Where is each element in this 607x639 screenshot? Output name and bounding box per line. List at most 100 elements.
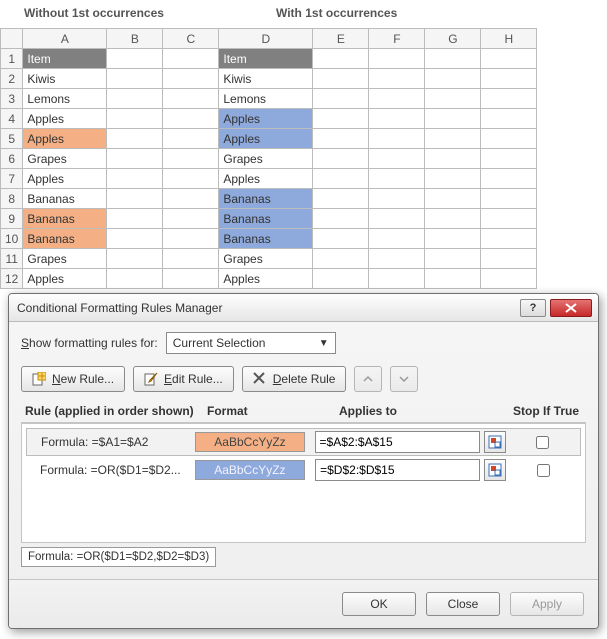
- cell[interactable]: [163, 49, 219, 69]
- help-button[interactable]: ?: [520, 299, 546, 317]
- cell[interactable]: Bananas: [23, 189, 107, 209]
- cell[interactable]: [107, 149, 163, 169]
- cell[interactable]: [425, 149, 481, 169]
- cell[interactable]: [107, 189, 163, 209]
- cell[interactable]: Apples: [219, 169, 313, 189]
- applies-to-input[interactable]: [315, 459, 480, 481]
- cell[interactable]: Apples: [219, 269, 313, 289]
- cell[interactable]: [313, 89, 369, 109]
- cell[interactable]: Apples: [23, 129, 107, 149]
- cell[interactable]: [425, 129, 481, 149]
- move-up-button[interactable]: [354, 366, 382, 392]
- cell[interactable]: [369, 229, 425, 249]
- ok-button[interactable]: OK: [342, 592, 416, 616]
- cell[interactable]: [425, 69, 481, 89]
- cell[interactable]: [313, 109, 369, 129]
- cell[interactable]: [163, 149, 219, 169]
- new-rule-button[interactable]: New Rule...: [21, 366, 125, 392]
- cell[interactable]: [369, 249, 425, 269]
- cell[interactable]: Bananas: [219, 229, 313, 249]
- cell[interactable]: [163, 189, 219, 209]
- apply-button[interactable]: Apply: [510, 592, 584, 616]
- cell[interactable]: [163, 249, 219, 269]
- cell[interactable]: Lemons: [23, 89, 107, 109]
- cell[interactable]: [425, 109, 481, 129]
- cell[interactable]: [313, 49, 369, 69]
- cell[interactable]: Bananas: [23, 229, 107, 249]
- column-header[interactable]: B: [107, 29, 163, 49]
- cell[interactable]: [313, 129, 369, 149]
- cell[interactable]: [313, 189, 369, 209]
- cell[interactable]: [369, 69, 425, 89]
- cell[interactable]: [313, 69, 369, 89]
- cell[interactable]: Apples: [23, 269, 107, 289]
- cell[interactable]: Apples: [23, 169, 107, 189]
- stop-if-true-checkbox[interactable]: [537, 464, 550, 477]
- cell[interactable]: [107, 89, 163, 109]
- cell[interactable]: [107, 249, 163, 269]
- cell[interactable]: [481, 269, 537, 289]
- cell[interactable]: [481, 89, 537, 109]
- cell[interactable]: [107, 129, 163, 149]
- cell[interactable]: [313, 249, 369, 269]
- column-header[interactable]: E: [313, 29, 369, 49]
- close-button[interactable]: Close: [426, 592, 500, 616]
- cell[interactable]: [107, 109, 163, 129]
- cell[interactable]: [481, 69, 537, 89]
- cell[interactable]: [369, 209, 425, 229]
- cell[interactable]: [425, 89, 481, 109]
- cell[interactable]: [369, 129, 425, 149]
- cell[interactable]: [481, 249, 537, 269]
- cell[interactable]: [369, 89, 425, 109]
- cell[interactable]: Kiwis: [219, 69, 313, 89]
- cell[interactable]: [163, 89, 219, 109]
- cell[interactable]: [107, 169, 163, 189]
- cell[interactable]: Bananas: [219, 189, 313, 209]
- cell[interactable]: [425, 209, 481, 229]
- cell[interactable]: [163, 69, 219, 89]
- cell[interactable]: [313, 149, 369, 169]
- cell[interactable]: [481, 109, 537, 129]
- cell[interactable]: [313, 229, 369, 249]
- cell[interactable]: Kiwis: [23, 69, 107, 89]
- cell[interactable]: Item: [219, 49, 313, 69]
- scope-select[interactable]: Current Selection ▼: [166, 332, 336, 354]
- cell[interactable]: Item: [23, 49, 107, 69]
- move-down-button[interactable]: [390, 366, 418, 392]
- spreadsheet-grid[interactable]: ABCDEFGH 1ItemItem2KiwisKiwis3LemonsLemo…: [0, 28, 537, 289]
- stop-if-true-checkbox[interactable]: [536, 436, 549, 449]
- cell[interactable]: [163, 209, 219, 229]
- cell[interactable]: [107, 49, 163, 69]
- cell[interactable]: Apples: [219, 129, 313, 149]
- cell[interactable]: Grapes: [219, 249, 313, 269]
- delete-rule-button[interactable]: Delete Rule: [242, 366, 347, 392]
- cell[interactable]: [425, 169, 481, 189]
- column-header[interactable]: F: [369, 29, 425, 49]
- row-header[interactable]: 1: [1, 49, 23, 69]
- row-header[interactable]: 8: [1, 189, 23, 209]
- cell[interactable]: Lemons: [219, 89, 313, 109]
- cell[interactable]: [425, 49, 481, 69]
- cell[interactable]: [481, 129, 537, 149]
- cell[interactable]: [369, 169, 425, 189]
- cell[interactable]: [107, 269, 163, 289]
- row-header[interactable]: 9: [1, 209, 23, 229]
- cell[interactable]: [369, 189, 425, 209]
- cell[interactable]: Grapes: [219, 149, 313, 169]
- cell[interactable]: [163, 109, 219, 129]
- cell[interactable]: [163, 129, 219, 149]
- rule-row[interactable]: Formula: =$A1=$A2AaBbCcYyZz: [26, 428, 581, 456]
- column-header[interactable]: C: [163, 29, 219, 49]
- cell[interactable]: [369, 109, 425, 129]
- column-header[interactable]: G: [425, 29, 481, 49]
- cell[interactable]: [369, 49, 425, 69]
- cell[interactable]: [481, 49, 537, 69]
- row-header[interactable]: 2: [1, 69, 23, 89]
- cell[interactable]: [107, 209, 163, 229]
- cell[interactable]: [425, 229, 481, 249]
- cell[interactable]: Bananas: [219, 209, 313, 229]
- row-header[interactable]: 7: [1, 169, 23, 189]
- row-header[interactable]: 11: [1, 249, 23, 269]
- cell[interactable]: [369, 269, 425, 289]
- cell[interactable]: [481, 209, 537, 229]
